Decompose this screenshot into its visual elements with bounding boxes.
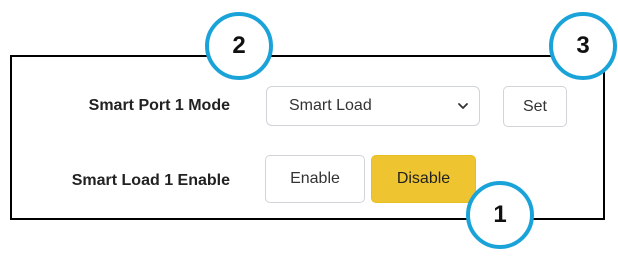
enable-button[interactable]: Enable xyxy=(265,155,365,203)
callout-number-2: 2 xyxy=(205,12,273,80)
chevron-down-icon xyxy=(458,103,468,109)
smart-load-enable-label: Smart Load 1 Enable xyxy=(71,172,230,189)
callout-number-1: 1 xyxy=(466,181,534,249)
callout-number-3: 3 xyxy=(549,12,617,80)
screenshot-stage: Smart Port 1 Mode Smart Load Set Smart L… xyxy=(0,0,618,259)
smart-port-mode-select[interactable]: Smart Load xyxy=(266,86,480,126)
smart-port-mode-value: Smart Load xyxy=(289,97,372,114)
disable-button[interactable]: Disable xyxy=(371,155,476,203)
smart-port-mode-label: Smart Port 1 Mode xyxy=(88,97,230,114)
set-button[interactable]: Set xyxy=(503,86,567,127)
